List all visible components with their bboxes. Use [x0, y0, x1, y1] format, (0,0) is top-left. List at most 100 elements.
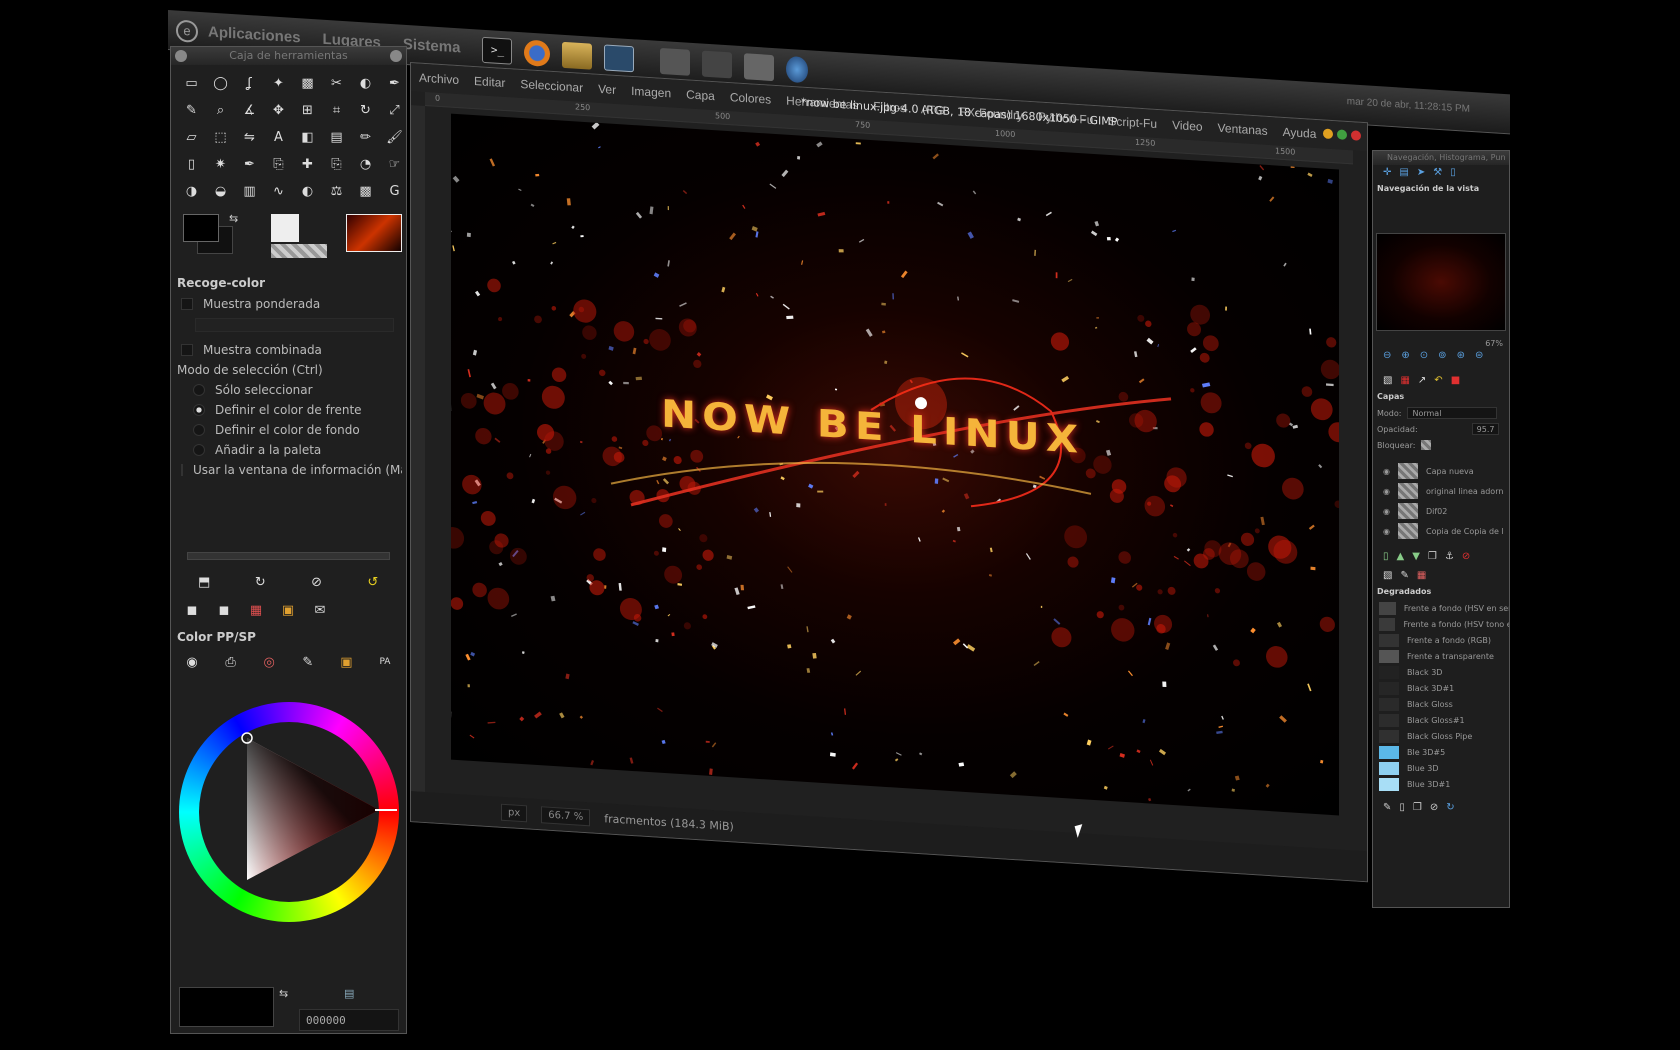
zoom-tool-icon[interactable]: ⌕: [208, 98, 233, 123]
threshold-tool-icon[interactable]: ◐: [295, 179, 320, 204]
gimp-task-icon[interactable]: [660, 47, 691, 76]
menu-item-1[interactable]: Editar: [474, 74, 505, 90]
color-picker-button-icon[interactable]: ▤: [344, 987, 354, 1000]
color-select-tool-icon[interactable]: ▩: [295, 71, 320, 96]
eraser-tool-icon[interactable]: ▯: [179, 152, 204, 177]
network-task-icon[interactable]: [786, 55, 809, 83]
delete-gradient-icon[interactable]: ⊘: [1430, 802, 1438, 813]
menu-item-13[interactable]: Video: [1172, 118, 1202, 134]
colormap-tab-icon[interactable]: ■: [1451, 375, 1460, 386]
perspective-clone-tool-icon[interactable]: ⎘: [324, 152, 349, 177]
image-canvas[interactable]: NOW BE LINUX: [451, 113, 1339, 816]
menu-sistema[interactable]: Sistema: [403, 36, 461, 57]
close-icon[interactable]: [390, 50, 402, 62]
paintbrush-tool-icon[interactable]: 🖌: [382, 125, 407, 150]
dodge-tool-icon[interactable]: ◑: [179, 179, 204, 204]
brushes-tab-icon[interactable]: ▧: [1383, 570, 1392, 581]
palette-tab-icon[interactable]: ▦: [245, 600, 267, 620]
mode-option-0[interactable]: Sólo seleccionar: [175, 380, 402, 400]
palette-selector-icon[interactable]: PA: [374, 652, 396, 672]
anchor-layer-icon[interactable]: ⚓: [1445, 551, 1454, 562]
menu-item-14[interactable]: Ventanas: [1218, 121, 1268, 138]
layer-row[interactable]: ◉ Dif02: [1373, 501, 1509, 521]
mode-option-3[interactable]: Añadir a la paleta: [175, 440, 402, 460]
heal-tool-icon[interactable]: ✚: [295, 152, 320, 177]
gradient-row[interactable]: Frente a fondo (HSV en sentido: [1373, 600, 1509, 616]
eye-icon[interactable]: ◉: [1383, 467, 1390, 476]
text-tool-icon[interactable]: A: [266, 125, 291, 150]
gradient-row[interactable]: Black 3D: [1373, 664, 1509, 680]
gradient-row[interactable]: Frente a fondo (HSV tono en ser: [1373, 616, 1509, 632]
color-selector-tab-icon[interactable]: ✉: [309, 600, 331, 620]
scale-selector-icon[interactable]: ◉: [181, 652, 203, 672]
zoom-1-1-icon[interactable]: ⊙: [1420, 350, 1428, 361]
crop-tool-icon[interactable]: ⌗: [324, 98, 349, 123]
maximize-icon[interactable]: [1337, 129, 1347, 140]
blend-tool-icon[interactable]: ▤: [324, 125, 349, 150]
layer-row[interactable]: ◉ original linea adorn: [1373, 481, 1509, 501]
fg-color-tab-icon[interactable]: ◼: [181, 600, 203, 620]
color-balance-tool-icon[interactable]: ⚖: [324, 179, 349, 204]
sample-merged-option[interactable]: Muestra ponderada: [175, 294, 402, 314]
clock[interactable]: mar 20 de abr, 11:28:15 PM: [1347, 96, 1470, 115]
sample-average-option[interactable]: Muestra combinada: [175, 340, 402, 360]
scale-tool-icon[interactable]: ⤢: [382, 98, 407, 123]
zoom-out-icon[interactable]: ⊖: [1383, 350, 1391, 361]
shear-tool-icon[interactable]: ▱: [179, 125, 204, 150]
gegl-tool-icon[interactable]: G: [382, 179, 407, 204]
package-manager-icon[interactable]: [562, 41, 593, 70]
zoom-in-icon[interactable]: ⊕: [1401, 350, 1409, 361]
document-tab-icon[interactable]: ▯: [1450, 167, 1456, 178]
navigation-preview[interactable]: [1376, 233, 1506, 331]
dock-title[interactable]: Navegación, Histograma, Pun: [1373, 151, 1509, 165]
color-triangle[interactable]: [179, 702, 399, 922]
tools-tab-icon[interactable]: ⚒: [1433, 167, 1442, 178]
lower-layer-icon[interactable]: ▼: [1412, 551, 1420, 562]
undo-tab-icon[interactable]: ↶: [1434, 375, 1442, 386]
pencil-tool-icon[interactable]: ✏: [353, 125, 378, 150]
layer-row[interactable]: ◉ Copia de Copia de l: [1373, 521, 1509, 541]
firefox-icon[interactable]: [524, 38, 551, 67]
gradient-row[interactable]: Ble 3D#5: [1373, 744, 1509, 760]
distro-logo-icon[interactable]: e: [176, 19, 198, 43]
flip-tool-icon[interactable]: ⇋: [237, 125, 262, 150]
gradient-row[interactable]: Frente a transparente: [1373, 648, 1509, 664]
delete-options-icon[interactable]: ⊘: [306, 572, 328, 592]
menu-item-3[interactable]: Ver: [598, 82, 616, 97]
edit-gradient-icon[interactable]: ✎: [1383, 802, 1391, 813]
menu-item-15[interactable]: Ayuda: [1283, 125, 1317, 141]
unit-select[interactable]: px: [501, 803, 528, 822]
lock-alpha-checkbox[interactable]: [1421, 440, 1432, 450]
refresh-gradients-icon[interactable]: ↻: [1446, 802, 1454, 813]
gradient-row[interactable]: Black Gloss: [1373, 696, 1509, 712]
save-options-icon[interactable]: ⬒: [193, 572, 215, 592]
active-brush-icon[interactable]: [271, 214, 299, 242]
active-gradient-icon[interactable]: [346, 214, 402, 252]
zoom-fill-icon[interactable]: ⊛: [1457, 350, 1465, 361]
measure-tool-icon[interactable]: ∡: [237, 98, 262, 123]
curves-tool-icon[interactable]: ∿: [266, 179, 291, 204]
clone-tool-icon[interactable]: ⎘: [266, 152, 291, 177]
scissors-tool-icon[interactable]: ✂: [324, 71, 349, 96]
perspective-tool-icon[interactable]: ⬚: [208, 125, 233, 150]
minimize-icon[interactable]: [1323, 128, 1333, 140]
menu-aplicaciones[interactable]: Aplicaciones: [208, 24, 301, 47]
window-menu-icon[interactable]: [175, 50, 187, 62]
zoom-select[interactable]: 66.7 %: [541, 805, 591, 826]
gradients-tab-icon[interactable]: ▦: [1417, 570, 1426, 581]
mode-radio-1[interactable]: [193, 404, 205, 416]
menu-item-5[interactable]: Capa: [686, 87, 715, 103]
options-scrollbar[interactable]: [187, 552, 390, 560]
desaturate-tool-icon[interactable]: ▩: [353, 179, 378, 204]
swap-colors-icon[interactable]: ⇆: [229, 212, 238, 225]
swap-colors-icon-2[interactable]: ⇆: [279, 987, 288, 1000]
gradient-row[interactable]: Blue 3D#1: [1373, 776, 1509, 792]
pointer-tab-icon[interactable]: ✛: [1383, 167, 1391, 178]
airbrush-tool-icon[interactable]: ✷: [208, 152, 233, 177]
foreground-color-swatch[interactable]: [183, 214, 219, 242]
rect-select-tool-icon[interactable]: ▭: [179, 71, 204, 96]
duplicate-gradient-icon[interactable]: ❐: [1413, 802, 1422, 813]
hex-input[interactable]: 000000: [299, 1009, 399, 1031]
color-history-tab-icon[interactable]: ▣: [277, 600, 299, 620]
remote-desktop-icon[interactable]: [604, 43, 635, 72]
